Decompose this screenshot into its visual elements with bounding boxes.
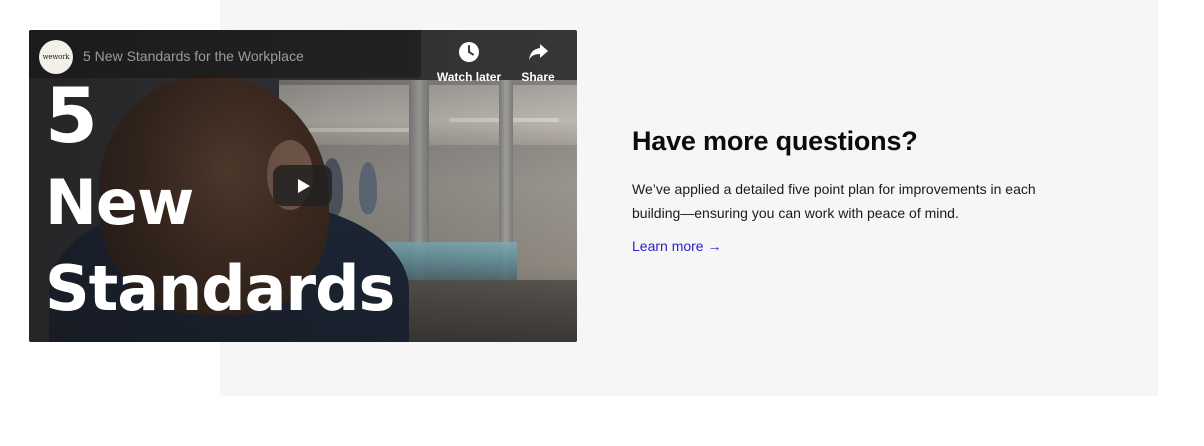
play-button[interactable] [273,165,332,206]
channel-avatar[interactable]: wework [39,40,73,74]
clock-icon [434,40,504,64]
video-embed[interactable]: 5 New Standards wework 5 New Standards f… [29,30,577,342]
video-overlay-number: 5 [45,71,98,160]
share-button[interactable]: Share [503,40,573,84]
play-icon [297,178,310,193]
video-title[interactable]: 5 New Standards for the Workplace [83,48,304,64]
video-overlay-word-standards: Standards [45,252,395,325]
watch-later-button[interactable]: Watch later [434,40,504,84]
share-arrow-icon [503,40,573,64]
learn-more-link[interactable]: Learn more → [632,238,721,254]
video-overlay-word-new: New [45,166,194,239]
video-title-bar: wework 5 New Standards for the Workplace [29,30,421,78]
section-body-text: We’ve applied a detailed five point plan… [632,181,1036,221]
watch-later-label: Watch later [436,70,502,84]
share-label: Share [521,70,555,84]
section-heading: Have more questions? [632,126,918,156]
